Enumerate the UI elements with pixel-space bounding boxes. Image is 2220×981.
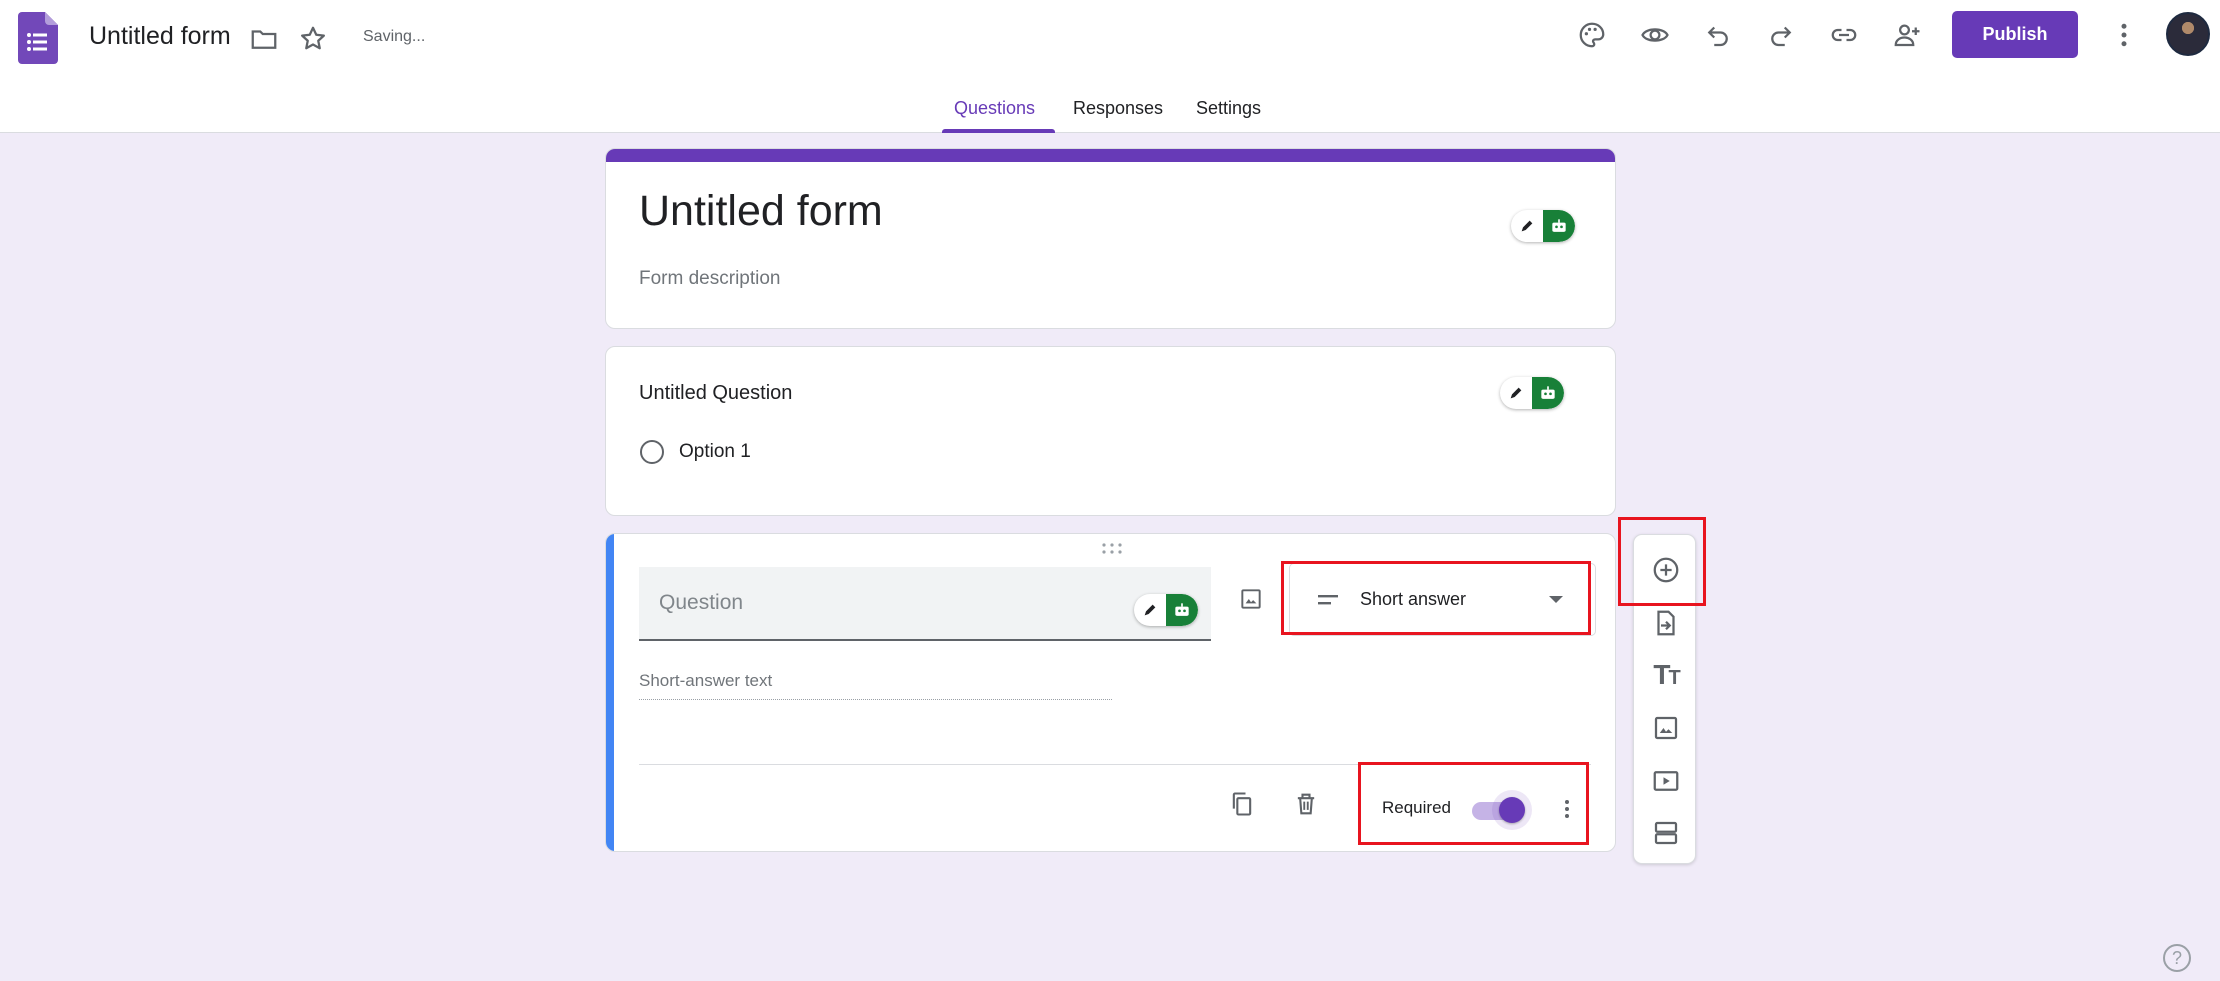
redo-icon[interactable] [1761,15,1801,55]
forms-logo-icon[interactable] [18,12,58,64]
floating-toolbar: TT [1633,534,1696,864]
star-icon[interactable] [293,19,333,59]
trash-icon [1297,793,1315,815]
tab-settings[interactable]: Settings [1196,98,1261,119]
add-image-toolbar-button[interactable] [1645,707,1687,749]
add-question-button[interactable] [1645,549,1687,591]
active-question-accent [606,534,614,851]
publish-button[interactable]: Publish [1952,11,2078,58]
question-card-1[interactable]: Untitled Question Option 1 [605,346,1616,516]
bot-icon [1543,210,1575,242]
ai-assist-chip[interactable] [1511,210,1575,242]
import-questions-icon [1657,610,1675,636]
add-section-icon [1654,821,1678,845]
saving-status: Saving... [363,28,426,45]
tab-bar: Questions Responses Settings [0,95,2220,133]
chevron-down-icon [1549,596,1563,603]
pen-icon [1511,210,1543,242]
add-image-button[interactable] [1231,579,1271,619]
tab-responses[interactable]: Responses [1073,98,1163,119]
top-header: Untitled form Saving... Publish Question… [0,0,2220,133]
required-toggle[interactable] [1470,790,1532,830]
add-collaborator-icon[interactable] [1887,15,1927,55]
bot-icon [1166,594,1198,626]
pen-icon [1134,594,1166,626]
ai-assist-chip[interactable] [1134,594,1198,626]
question-title[interactable]: Untitled Question [639,382,792,405]
delete-button[interactable] [1286,784,1326,824]
document-title[interactable]: Untitled form [89,22,231,51]
question-card-2[interactable]: Short answer Short-answer text Required [605,533,1616,852]
drag-handle-icon[interactable] [1100,542,1124,556]
add-question-icon [1653,557,1679,583]
more-vert-icon[interactable] [2104,15,2144,55]
short-answer-hint: Short-answer text [639,671,773,690]
form-title[interactable]: Untitled form [639,187,883,236]
more-vert-icon [1565,800,1569,818]
copy-icon [1232,792,1252,816]
import-questions-button[interactable] [1645,602,1687,644]
question-type-label: Short answer [1360,589,1467,609]
toggle-thumb [1499,797,1525,823]
title-card-accent [606,149,1615,162]
duplicate-button[interactable] [1222,784,1262,824]
add-section-button[interactable] [1645,812,1687,854]
question-type-dropdown[interactable]: Short answer [1289,563,1596,636]
add-video-button[interactable] [1645,760,1687,802]
add-image-icon [1654,716,1678,740]
avatar[interactable] [2166,12,2210,56]
bot-icon [1532,377,1564,409]
active-tab-indicator [942,129,1055,133]
question-input[interactable] [639,567,1211,641]
tab-questions[interactable]: Questions [954,98,1035,119]
palette-icon[interactable] [1572,15,1612,55]
add-video-icon [1653,771,1679,791]
ai-assist-chip[interactable] [1500,377,1564,409]
image-icon [1241,589,1261,609]
add-title-button[interactable]: TT [1645,654,1687,696]
folder-icon[interactable] [244,19,284,59]
footer-divider [639,764,1591,765]
radio-option[interactable] [640,440,664,464]
form-description-field[interactable]: Form description [639,268,781,290]
undo-icon[interactable] [1698,15,1738,55]
form-title-card[interactable]: Untitled form Form description [605,148,1616,329]
link-icon[interactable] [1824,15,1864,55]
pen-icon [1500,377,1532,409]
preview-eye-icon[interactable] [1635,15,1675,55]
help-icon[interactable]: ? [2163,944,2191,972]
required-label: Required [1382,798,1451,817]
add-title-icon: TT [1653,659,1680,690]
question-more-options-button[interactable] [1551,789,1583,829]
option-label[interactable]: Option 1 [679,441,751,463]
short-answer-icon [1318,594,1338,604]
answer-underline [639,699,1112,700]
